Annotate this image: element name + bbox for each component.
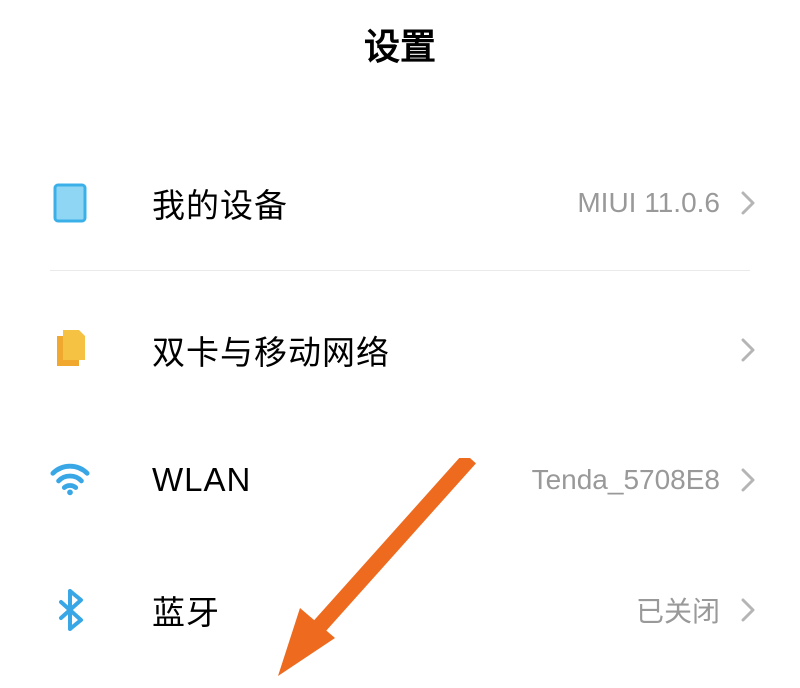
spacer bbox=[0, 519, 800, 571]
row-sim-network[interactable]: 双卡与移动网络 bbox=[0, 311, 800, 389]
row-my-device[interactable]: 我的设备 MIUI 11.0.6 bbox=[0, 164, 800, 242]
row-label: WLAN bbox=[152, 461, 532, 499]
row-label: 双卡与移动网络 bbox=[152, 326, 720, 374]
divider bbox=[50, 270, 750, 271]
page-header: 设置 bbox=[0, 0, 800, 92]
spacer bbox=[0, 389, 800, 441]
chevron-right-icon bbox=[738, 595, 758, 625]
chevron-right-icon bbox=[738, 465, 758, 495]
page-title: 设置 bbox=[0, 18, 800, 70]
chevron-right-icon bbox=[738, 188, 758, 218]
row-wlan[interactable]: WLAN Tenda_5708E8 bbox=[0, 441, 800, 519]
device-icon bbox=[50, 183, 90, 223]
bluetooth-icon bbox=[50, 590, 90, 630]
row-value: Tenda_5708E8 bbox=[532, 464, 720, 496]
row-value: MIUI 11.0.6 bbox=[577, 187, 720, 219]
row-value: 已关闭 bbox=[636, 590, 720, 630]
spacer bbox=[0, 92, 800, 164]
chevron-right-icon bbox=[738, 335, 758, 365]
wifi-icon bbox=[50, 460, 90, 500]
row-bluetooth[interactable]: 蓝牙 已关闭 bbox=[0, 571, 800, 649]
sim-icon bbox=[50, 330, 90, 370]
row-label: 蓝牙 bbox=[152, 586, 636, 634]
settings-list: 我的设备 MIUI 11.0.6 双卡与移动网络 bbox=[0, 164, 800, 649]
row-label: 我的设备 bbox=[152, 179, 577, 227]
